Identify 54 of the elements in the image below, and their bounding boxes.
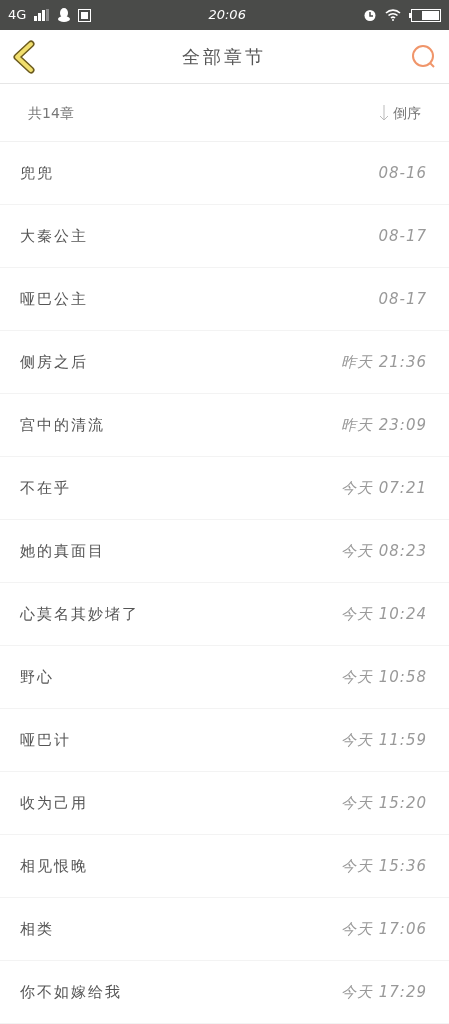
chapter-title: 野心 xyxy=(20,666,54,688)
chapter-time: 08-17 xyxy=(378,225,427,247)
chapter-time: 今天 10:24 xyxy=(341,603,427,625)
chapter-row[interactable]: 宫中的清流 昨天 23:09 xyxy=(0,394,449,457)
chapter-title: 兜兜 xyxy=(20,162,54,184)
alarm-icon xyxy=(363,8,377,22)
chapter-title: 哑巴计 xyxy=(20,729,71,751)
back-button[interactable] xyxy=(12,39,36,74)
chapter-title: 相见恨晚 xyxy=(20,855,88,877)
chapter-time: 今天 08:23 xyxy=(341,540,427,562)
chapter-row[interactable]: 心莫名其妙堵了 今天 10:24 xyxy=(0,583,449,646)
chapter-time: 08-17 xyxy=(378,288,427,310)
chapter-row[interactable]: 你不如嫁给我 今天 17:29 xyxy=(0,961,449,1024)
chapter-count: 共14章 xyxy=(28,103,74,123)
chapter-time: 今天 10:58 xyxy=(341,666,427,688)
chapter-title: 大秦公主 xyxy=(20,225,88,247)
clock-time: 20:06 xyxy=(208,6,246,25)
chapter-title: 相类 xyxy=(20,918,54,940)
chapter-title: 宫中的清流 xyxy=(20,414,105,436)
chapter-row[interactable]: 不在乎 今天 07:21 xyxy=(0,457,449,520)
page-title: 全部章节 xyxy=(181,45,266,69)
chapter-row[interactable]: 相类 今天 17:06 xyxy=(0,898,449,961)
chapter-title: 哑巴公主 xyxy=(20,288,88,310)
chapter-title: 你不如嫁给我 xyxy=(20,981,122,1003)
chapter-title: 不在乎 xyxy=(20,477,71,499)
chapter-row[interactable]: 哑巴公主 08-17 xyxy=(0,268,449,331)
chapter-row[interactable]: 侧房之后 昨天 21:36 xyxy=(0,331,449,394)
notification-icon xyxy=(78,8,92,22)
chapter-title: 收为己用 xyxy=(20,792,88,814)
battery-icon xyxy=(409,8,441,22)
wifi-icon xyxy=(385,9,401,21)
chapter-row[interactable]: 野心 今天 10:58 xyxy=(0,646,449,709)
chapter-time: 今天 11:59 xyxy=(341,729,427,751)
signal-icon xyxy=(34,9,51,21)
chapter-row[interactable]: 兜兜 08-16 xyxy=(0,142,449,205)
chapter-time: 昨天 21:36 xyxy=(341,351,427,373)
chapter-row[interactable]: 大秦公主 08-17 xyxy=(0,205,449,268)
chapter-time: 今天 07:21 xyxy=(341,477,427,499)
chapter-title: 她的真面目 xyxy=(20,540,105,562)
chapter-row[interactable]: 哑巴计 今天 11:59 xyxy=(0,709,449,772)
chapter-time: 08-16 xyxy=(378,162,427,184)
network-label: 4G xyxy=(8,6,27,25)
chapter-title: 心莫名其妙堵了 xyxy=(20,603,139,625)
sort-button[interactable]: 倒序 xyxy=(379,102,421,124)
chapter-time: 昨天 23:09 xyxy=(341,414,427,436)
chapter-time: 今天 15:20 xyxy=(341,792,427,814)
down-arrow-icon xyxy=(379,105,389,121)
chapter-time: 今天 17:06 xyxy=(341,918,427,940)
chapter-row[interactable]: 收为己用 今天 15:20 xyxy=(0,772,449,835)
chapter-time: 今天 17:29 xyxy=(341,981,427,1003)
chapter-time: 今天 15:36 xyxy=(341,855,427,877)
chapter-title: 侧房之后 xyxy=(20,351,88,373)
chapter-row[interactable]: 她的真面目 今天 08:23 xyxy=(0,520,449,583)
chapter-row[interactable]: 相见恨晚 今天 15:36 xyxy=(0,835,449,898)
